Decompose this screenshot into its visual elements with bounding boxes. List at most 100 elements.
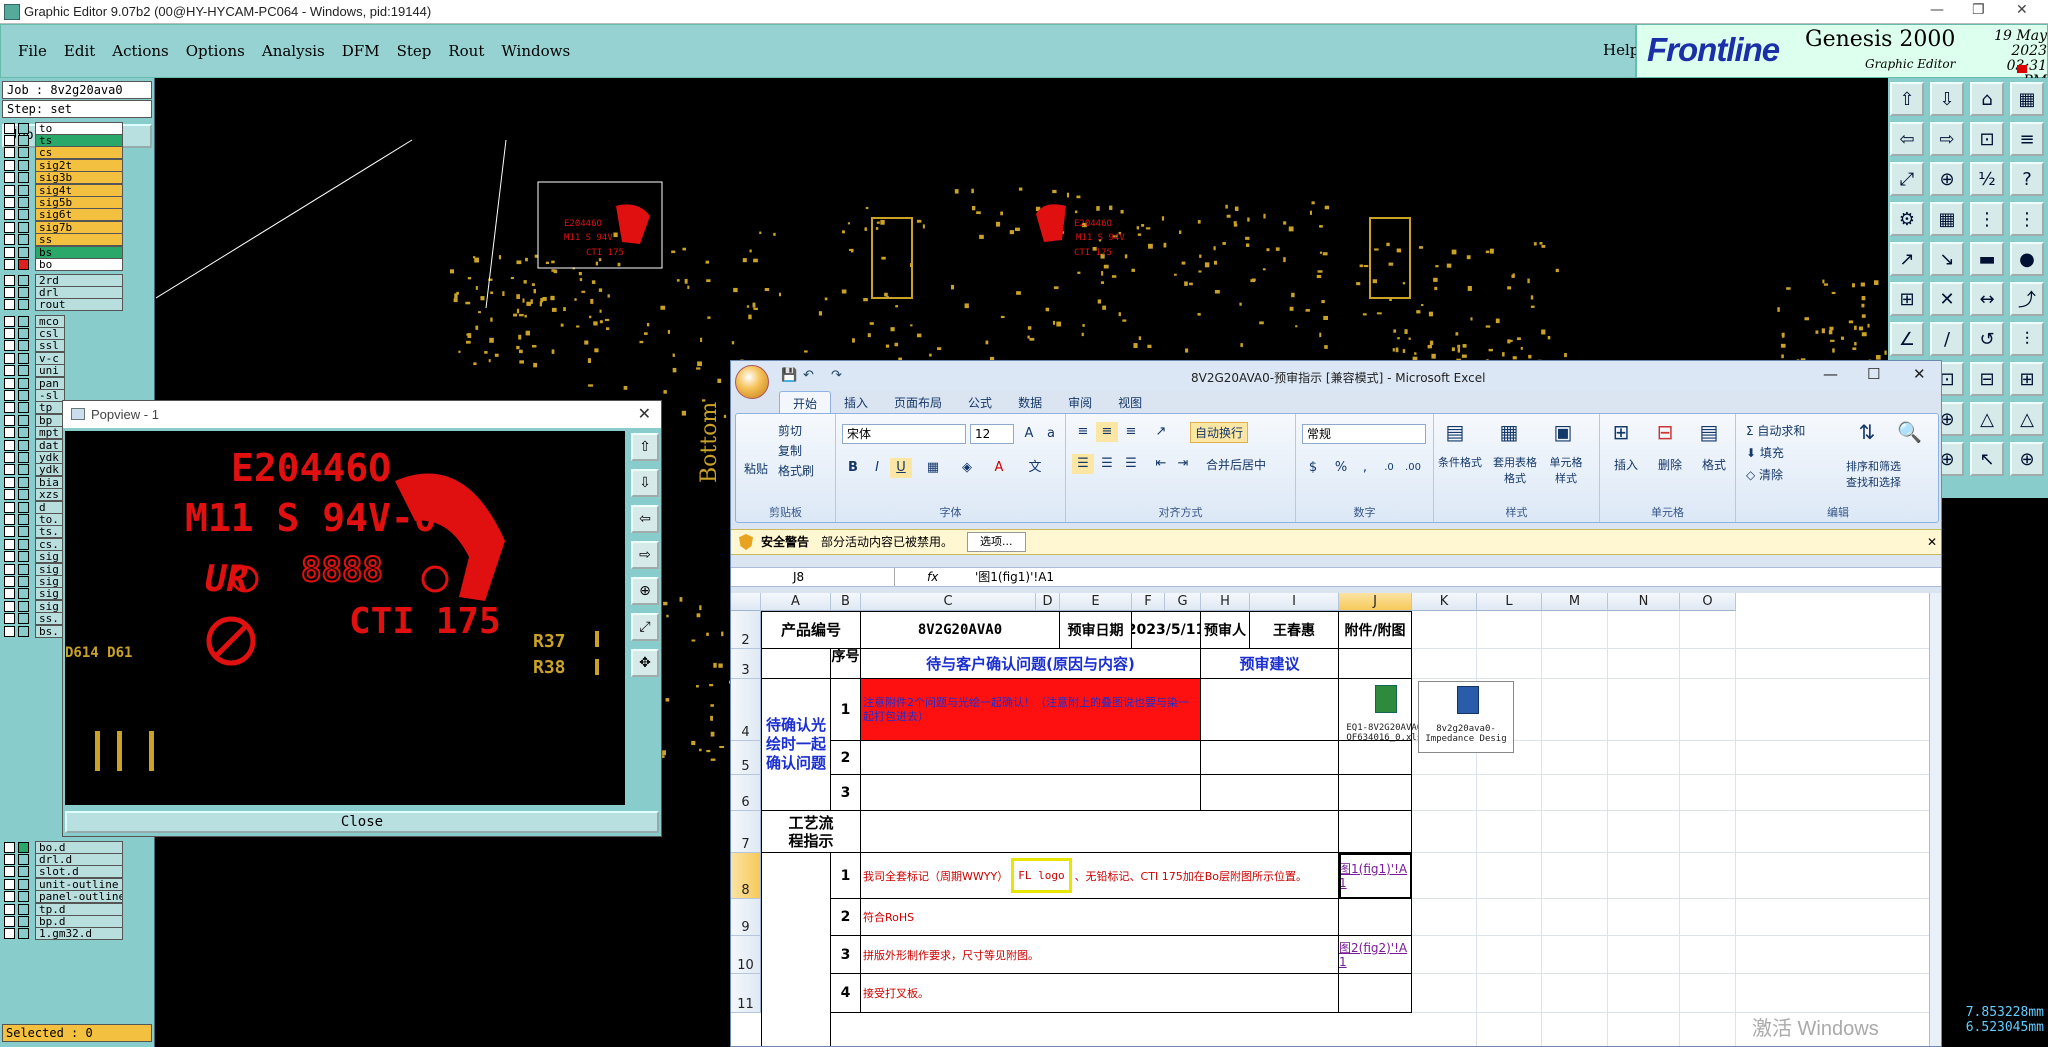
tool-button[interactable]: ⇨ — [1930, 122, 1964, 156]
layer-checkbox[interactable] — [4, 513, 15, 525]
layer-checkbox[interactable] — [4, 464, 15, 476]
column-header[interactable]: K — [1412, 593, 1477, 611]
tool-button[interactable]: ▬ — [1970, 242, 2004, 276]
tool-button[interactable]: ⌂ — [1970, 82, 2004, 116]
layer-checkbox[interactable] — [4, 903, 15, 915]
embedded-doc-object[interactable]: 8v2g20ava0-Impedance Desig — [1418, 681, 1514, 753]
select-all-corner[interactable] — [731, 593, 761, 611]
minimize-icon[interactable]: — — [1930, 2, 1944, 18]
cell-i2[interactable]: 王春惠 — [1250, 611, 1339, 649]
column-header[interactable]: H — [1201, 593, 1250, 611]
tool-button[interactable]: ⇩ — [1930, 82, 1964, 116]
layer-checkbox[interactable] — [4, 526, 15, 538]
cell-b4[interactable]: 1 — [831, 679, 861, 741]
layer-checkbox[interactable] — [4, 625, 15, 637]
cell-b10[interactable]: 3 — [831, 936, 861, 974]
layer-checkbox[interactable] — [4, 489, 15, 501]
tool-button[interactable]: ⊞ — [2010, 362, 2044, 396]
tool-button[interactable]: / — [1930, 322, 1964, 356]
layer-checkbox[interactable] — [4, 575, 15, 587]
tool-button[interactable]: ↔ — [1970, 282, 2004, 316]
layer-checkbox[interactable] — [4, 274, 15, 286]
cell-b5[interactable]: 2 — [831, 741, 861, 775]
column-header[interactable]: B — [831, 593, 861, 611]
fx-icon[interactable]: fx — [927, 568, 938, 586]
shrink-font-icon[interactable]: a — [1040, 424, 1062, 444]
column-header[interactable]: L — [1477, 593, 1542, 611]
grow-font-icon[interactable]: A — [1018, 424, 1040, 444]
menu-step[interactable]: Step — [397, 42, 432, 60]
find-icon[interactable]: 🔍 — [1896, 422, 1922, 442]
close-icon[interactable]: ✕ — [2016, 2, 2028, 18]
tool-button[interactable]: ? — [2010, 162, 2044, 196]
cell-h3[interactable]: 预审建议 — [1201, 649, 1339, 679]
merge-center-button[interactable]: 合并后居中 — [1206, 456, 1266, 473]
number-format-select[interactable]: 常规 — [1302, 424, 1426, 444]
sort-icon[interactable]: ⇅ — [1856, 422, 1878, 442]
format-button[interactable]: 格式 — [1702, 456, 1726, 473]
tool-button[interactable]: ⫶ — [2010, 322, 2044, 356]
tool-button[interactable]: ⋮ — [2010, 202, 2044, 236]
layer-row[interactable]: rout — [4, 298, 126, 312]
find-select-button[interactable]: 查找和选择 — [1846, 474, 1901, 490]
layer-checkbox[interactable] — [4, 234, 15, 246]
column-header[interactable]: I — [1250, 593, 1339, 611]
popview-tool-2[interactable]: ⇩ — [631, 469, 659, 497]
layer-checkbox[interactable] — [4, 209, 15, 221]
cell-c2[interactable]: 8V2G20AVA0 — [861, 611, 1060, 649]
layer-checkbox[interactable] — [4, 551, 15, 563]
column-header[interactable]: J — [1339, 593, 1412, 611]
popview-canvas[interactable]: E20446O M11 S 94V-0 8888 CTI 175 UR R37 … — [65, 431, 625, 805]
tool-button[interactable]: ⊞ — [1890, 282, 1924, 316]
cell-a8[interactable] — [761, 853, 831, 1046]
cell-h4[interactable] — [1201, 679, 1339, 741]
menu-dfm[interactable]: DFM — [342, 42, 380, 60]
cell-j2[interactable]: 附件/附图 — [1339, 611, 1412, 649]
tool-button[interactable]: △ — [1970, 402, 2004, 436]
layer-checkbox[interactable] — [4, 891, 15, 903]
fill-button[interactable]: ⬇ 填充 — [1746, 444, 1784, 461]
spreadsheet-grid[interactable]: A B C D E F G H I J K L M N O 2 3 4 5 6 7 8 9 10 11 产品编号 8V2G20AVA… — [731, 593, 1929, 1046]
layer-checkbox[interactable] — [4, 853, 15, 865]
column-header[interactable]: M — [1542, 593, 1608, 611]
tool-button[interactable]: ≡ — [2010, 122, 2044, 156]
layer-checkbox[interactable] — [4, 563, 15, 575]
row-header[interactable]: 3 — [731, 649, 761, 679]
layer-checkbox[interactable] — [4, 389, 15, 401]
tool-button[interactable]: ∠ — [1890, 322, 1924, 356]
cell-j6[interactable] — [1339, 775, 1412, 811]
cell-a4[interactable]: 待确认光绘时一起确认问题 — [761, 679, 831, 811]
layer-checkbox[interactable] — [4, 134, 15, 146]
row-header[interactable]: 2 — [731, 611, 761, 649]
column-header[interactable]: C — [861, 593, 1036, 611]
row-header[interactable]: 4 — [731, 679, 761, 741]
layer-checkbox[interactable] — [4, 327, 15, 339]
layer-checkbox[interactable] — [4, 402, 15, 414]
cell-c5[interactable] — [861, 741, 1201, 775]
cell-style-button[interactable]: 单元格样式 — [1546, 454, 1586, 486]
row-header[interactable]: 9 — [731, 899, 761, 936]
insert-cells-icon[interactable]: ⊞ — [1610, 422, 1632, 442]
align-left-icon[interactable]: ☰ — [1072, 454, 1094, 474]
ribbon-tab[interactable]: 页面布局 — [881, 391, 955, 413]
align-top-icon[interactable]: ≡ — [1072, 422, 1094, 442]
row-header[interactable]: 5 — [731, 741, 761, 775]
copy-button[interactable]: 复制 — [778, 442, 802, 459]
conditional-format-button[interactable]: 条件格式 — [1438, 454, 1482, 470]
align-bottom-icon[interactable]: ≡ — [1120, 422, 1142, 442]
cell-j3[interactable] — [1339, 649, 1412, 679]
popview-tool-3[interactable]: ⇦ — [631, 505, 659, 533]
security-close-icon[interactable]: ✕ — [1927, 530, 1937, 554]
ribbon-tab[interactable]: 公式 — [955, 391, 1005, 413]
layer-checkbox[interactable] — [4, 439, 15, 451]
tool-button[interactable]: ⊟ — [1970, 362, 2004, 396]
layer-checkbox[interactable] — [4, 451, 15, 463]
border-icon[interactable]: ▦ — [922, 458, 944, 478]
decrease-decimal-icon[interactable]: .00 — [1402, 458, 1424, 478]
excel-close-icon[interactable]: ✕ — [1913, 365, 1926, 383]
cell-a2[interactable]: 产品编号 — [761, 611, 861, 649]
layer-row[interactable]: bo — [4, 257, 126, 271]
cell-c4[interactable]: 注意附件2个问题与光绘一起确认！（注意附上的叠图说也要与染一起打包进去） — [861, 679, 1201, 741]
layer-checkbox[interactable] — [4, 246, 15, 258]
row-header[interactable]: 10 — [731, 936, 761, 974]
